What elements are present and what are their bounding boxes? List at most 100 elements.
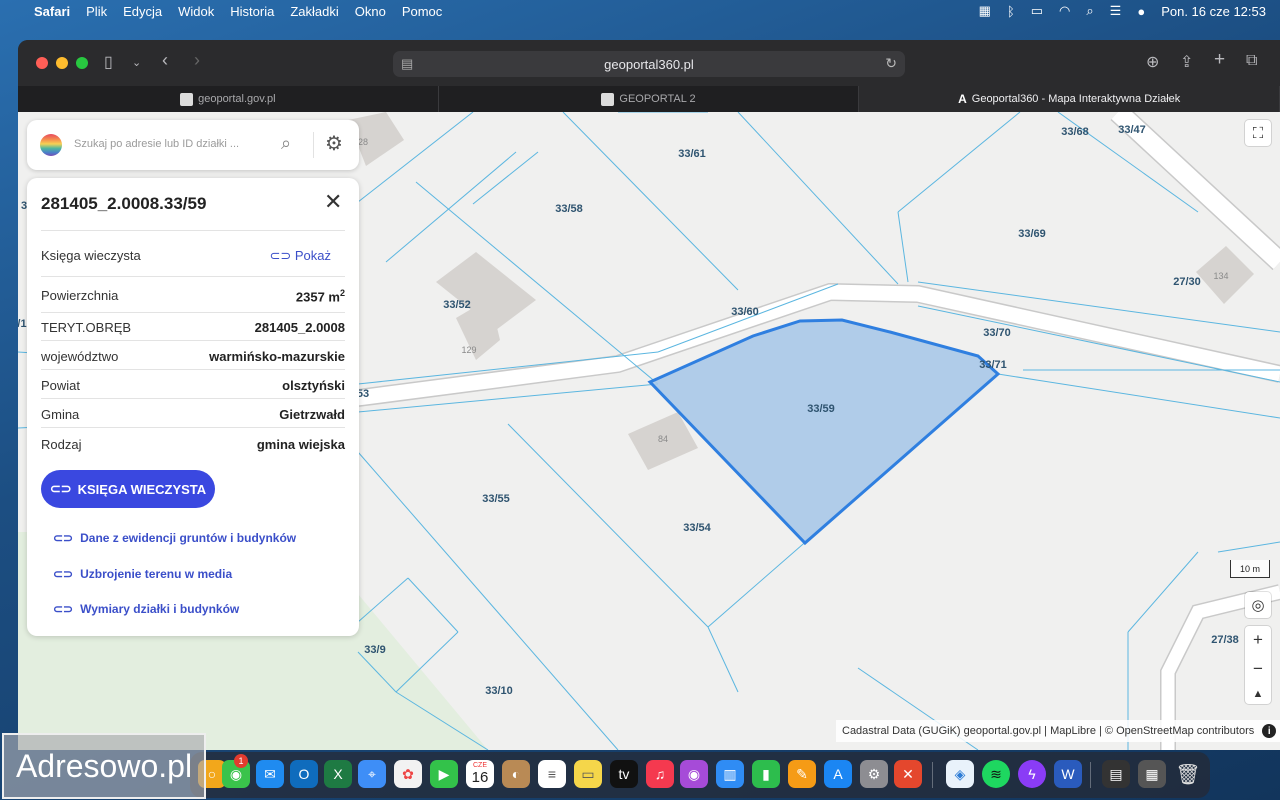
info-row: województwo warmińsko-mazurskie	[41, 349, 345, 364]
forward-icon[interactable]: ›	[194, 50, 200, 71]
parcel-label[interactable]: 33/69	[1018, 228, 1046, 240]
zoom-window-button[interactable]	[76, 57, 88, 69]
numbers-icon[interactable]: ▮	[752, 760, 780, 788]
land-records-link[interactable]: ⊂⊃ Dane z ewidencji gruntów i budynków	[53, 531, 296, 545]
parcel-label[interactable]: 33/9	[364, 644, 385, 656]
info-icon[interactable]: i	[1262, 724, 1277, 738]
menu-item-window[interactable]: Okno	[355, 4, 386, 19]
parcel-label[interactable]: 27/38	[1211, 634, 1239, 646]
spotify-icon[interactable]: ≋	[982, 760, 1010, 788]
parcel-label[interactable]: 33/54	[683, 522, 711, 534]
sidebar-toggle-icon[interactable]: ▯	[104, 52, 113, 72]
tab-geoportal360[interactable]: A Geoportal360 - Mapa Interaktywna Dział…	[859, 86, 1280, 112]
menu-app-name[interactable]: Safari	[34, 4, 70, 19]
link-icon: ⊂⊃	[53, 531, 74, 545]
wifi-icon[interactable]: ◠	[1059, 3, 1070, 19]
spotlight-search-icon[interactable]: ⌕	[1086, 3, 1093, 19]
maps-icon[interactable]: ⌖	[358, 760, 386, 788]
search-icon[interactable]: ⌕	[281, 133, 291, 154]
page-settings-icon[interactable]: ▤	[401, 56, 413, 72]
music-icon[interactable]: ♫	[646, 760, 674, 788]
crosshair-icon: ◎	[1251, 597, 1265, 614]
house-number: 134	[1213, 271, 1229, 281]
geoportal-logo-icon[interactable]	[40, 134, 62, 156]
mail-icon[interactable]: ✉	[256, 760, 284, 788]
reminders-icon[interactable]: ≡	[538, 760, 566, 788]
back-icon[interactable]: ‹	[162, 50, 168, 71]
battery-icon[interactable]: ▭	[1031, 3, 1043, 19]
menubar-clock[interactable]: Pon. 16 cze 12:53	[1161, 4, 1266, 19]
trash-icon[interactable]: 🗑	[1174, 760, 1202, 788]
control-center-icon[interactable]: ☰	[1110, 3, 1122, 19]
fullscreen-button[interactable]: ⛶	[1245, 120, 1271, 146]
parcel-label[interactable]: 33/55	[482, 493, 510, 505]
search-input[interactable]: Szukaj po adresie lub ID działki ...	[74, 138, 239, 150]
menu-item-view[interactable]: Widok	[178, 4, 214, 19]
address-bar[interactable]: ▤ geoportal360.pl ↻	[393, 51, 905, 77]
dimensions-link[interactable]: ⊂⊃ Wymiary działki i budynków	[53, 602, 239, 616]
messenger-icon[interactable]: ϟ	[1018, 760, 1046, 788]
land-register-button[interactable]: ⊂⊃ KSIĘGA WIECZYSTA	[41, 470, 215, 508]
bluetooth-icon[interactable]: ᛒ	[1007, 4, 1015, 19]
menu-item-bookmarks[interactable]: Zakładki	[290, 4, 338, 19]
photos-icon[interactable]: ✿	[394, 760, 422, 788]
share-icon[interactable]: ⇪	[1180, 52, 1193, 72]
facetime-icon[interactable]: ▶	[430, 760, 458, 788]
parcel-label[interactable]: 33/61	[678, 148, 706, 160]
menu-item-edit[interactable]: Edycja	[123, 4, 162, 19]
downloads-icon[interactable]: ⊕	[1146, 52, 1159, 72]
parcel-label[interactable]: 33/71	[979, 359, 1007, 371]
compass-reset-button[interactable]: ▲	[1253, 688, 1264, 700]
tab-geoportal-gov[interactable]: geoportal.gov.pl	[18, 86, 439, 112]
new-tab-icon[interactable]: +	[1214, 49, 1225, 71]
outlook-icon[interactable]: O	[290, 760, 318, 788]
keynote-icon[interactable]: ▥	[716, 760, 744, 788]
tab-overview-icon[interactable]: ⧉	[1246, 52, 1257, 70]
close-window-button[interactable]	[36, 57, 48, 69]
parcel-label[interactable]: /1	[18, 318, 27, 330]
siri-icon[interactable]: ●	[1137, 4, 1145, 19]
utilities-link[interactable]: ⊂⊃ Uzbrojenie terenu w media	[53, 567, 232, 581]
podcasts-icon[interactable]: ◉	[680, 760, 708, 788]
calendar-icon[interactable]: CZE 16	[466, 760, 494, 788]
parcel-label[interactable]: 33/68	[1061, 126, 1089, 138]
zoom-out-button[interactable]: −	[1253, 659, 1263, 679]
menu-item-history[interactable]: Historia	[230, 4, 274, 19]
parcel-label[interactable]: 33/47	[1118, 124, 1146, 136]
keyboard-icon[interactable]: ▦	[979, 3, 991, 19]
dock-folder-icon[interactable]: ▤	[1102, 760, 1130, 788]
chevron-down-icon[interactable]: ⌄	[132, 56, 141, 69]
geolocate-button[interactable]: ◎	[1245, 592, 1271, 618]
minimize-window-button[interactable]	[56, 57, 68, 69]
dock-app-icon[interactable]: ◈	[946, 760, 974, 788]
dock-folder-icon[interactable]: ▦	[1138, 760, 1166, 788]
selected-parcel-polygon[interactable]	[647, 318, 1001, 546]
notes-icon[interactable]: ▭	[574, 760, 602, 788]
system-settings-icon[interactable]: ⚙	[860, 760, 888, 788]
parcel-label[interactable]: 33/70	[983, 327, 1011, 339]
parcel-label[interactable]: 33/58	[555, 203, 583, 215]
dock-app-icon[interactable]: ✕	[894, 760, 922, 788]
show-kw-link[interactable]: ⊂⊃ Pokaż	[269, 248, 331, 264]
menu-item-file[interactable]: Plik	[86, 4, 107, 19]
watermark-logo: Adresowo.pl	[2, 733, 206, 799]
word-icon[interactable]: W	[1054, 760, 1082, 788]
parcel-label[interactable]: 33/59	[807, 403, 835, 415]
notification-badge: 1	[234, 754, 248, 768]
gear-icon[interactable]: ⚙	[325, 131, 343, 156]
app-store-icon[interactable]: A	[824, 760, 852, 788]
menu-item-help[interactable]: Pomoc	[402, 4, 442, 19]
apple-tv-icon[interactable]: tv	[610, 760, 638, 788]
cadastral-map[interactable]: 33/61 33/58 33/68 33/47 33/69 27/30 33/5…	[18, 112, 1280, 750]
parcel-label[interactable]: 33/52	[443, 299, 471, 311]
zoom-in-button[interactable]: +	[1253, 630, 1263, 650]
close-icon[interactable]: ✕	[324, 189, 342, 215]
excel-icon[interactable]: X	[324, 760, 352, 788]
reload-icon[interactable]: ↻	[885, 55, 897, 72]
parcel-label[interactable]: 27/30	[1173, 276, 1201, 288]
tab-geoportal-2[interactable]: GEOPORTAL 2	[439, 86, 860, 112]
parcel-label[interactable]: 33/60	[731, 306, 759, 318]
parcel-label[interactable]: 33/10	[485, 685, 513, 697]
contacts-icon[interactable]: ◐	[502, 760, 530, 788]
pages-icon[interactable]: ✎	[788, 760, 816, 788]
